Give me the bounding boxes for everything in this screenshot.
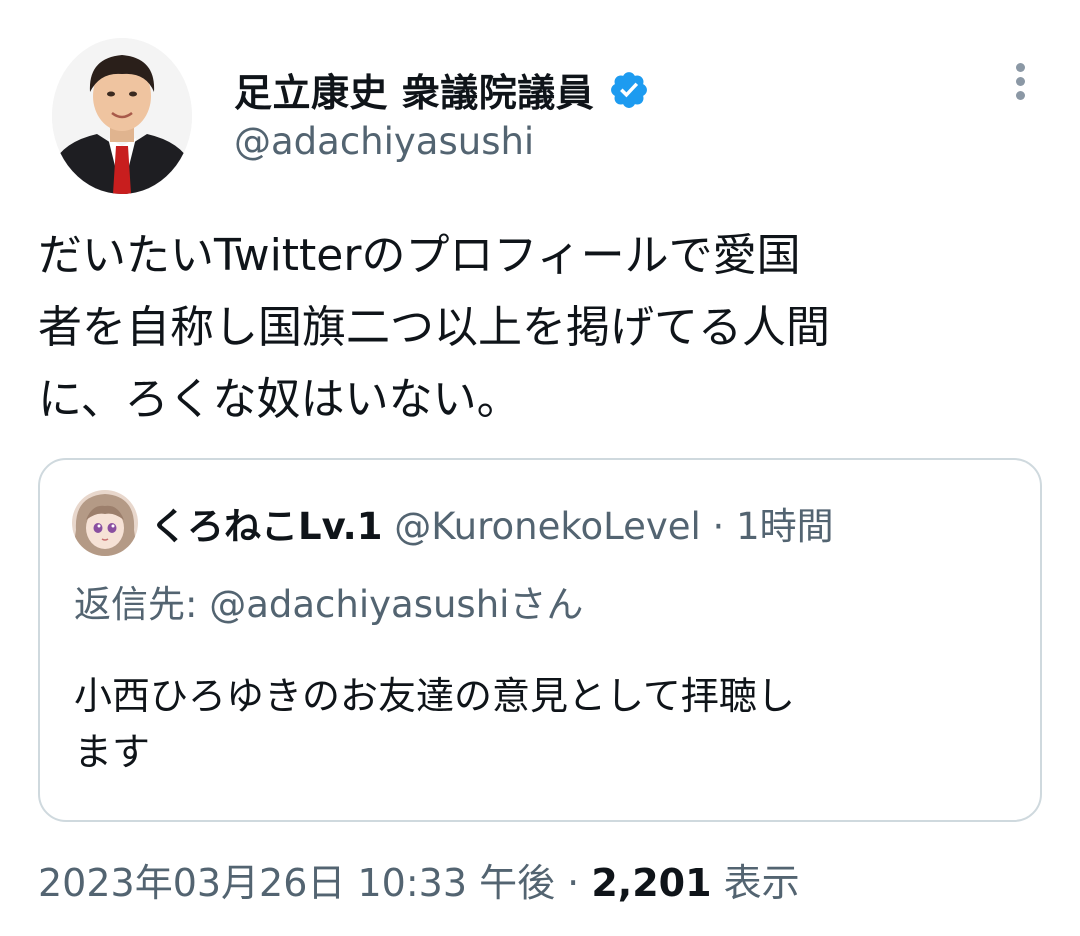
quoted-tweet-text: 小西ひろゆきのお友達の意見として拝聴し ます xyxy=(74,668,1004,780)
tweet-text-line: に、ろくな奴はいない。 xyxy=(38,374,521,425)
views-label: 表示 xyxy=(711,861,800,905)
tweet-footer: 2023年03月26日 10:33 午後 · 2,201 表示 xyxy=(38,852,800,907)
quoted-header: くろねこLv.1 @KuronekoLevel · 1時間 xyxy=(150,496,834,550)
verified-badge-icon xyxy=(611,71,648,108)
quoted-reply-to[interactable]: 返信先: @adachiyasushiさん xyxy=(74,574,583,628)
author-display-name[interactable]: 足立康史 衆議院議員 xyxy=(234,62,594,117)
quoted-separator: · xyxy=(700,505,737,548)
more-dot-icon xyxy=(1015,63,1025,72)
author-handle[interactable]: @adachiyasushi xyxy=(234,120,534,163)
quoted-text-line: 小西ひろゆきのお友達の意見として拝聴し xyxy=(74,674,795,718)
author-avatar[interactable] xyxy=(52,38,192,194)
quoted-author-avatar[interactable] xyxy=(72,490,138,556)
quoted-handle[interactable]: @KuronekoLevel xyxy=(394,505,701,548)
author-name-row[interactable]: 足立康史 衆議院議員 xyxy=(234,62,650,117)
more-dot-icon xyxy=(1015,77,1025,86)
quoted-time[interactable]: 1時間 xyxy=(736,505,834,548)
tweet-timestamp[interactable]: 2023年03月26日 10:33 午後 xyxy=(38,861,555,905)
views-count[interactable]: 2,201 xyxy=(591,861,711,905)
tweet-text-line: 者を自称し国旗二つ以上を掲げてる人間 xyxy=(38,302,830,353)
quoted-tweet-card[interactable]: くろねこLv.1 @KuronekoLevel · 1時間 返信先: @adac… xyxy=(38,458,1042,822)
author-avatar-image xyxy=(52,38,192,194)
quoted-display-name[interactable]: くろねこLv.1 xyxy=(150,505,382,548)
more-dot-icon xyxy=(1015,91,1025,100)
more-options-button[interactable] xyxy=(1000,58,1040,114)
footer-separator: · xyxy=(555,861,592,905)
quoted-text-line: ます xyxy=(74,730,151,774)
quoted-avatar-image xyxy=(72,490,138,556)
tweet-text-line: だいたいTwitterのプロフィールで愛国 xyxy=(38,230,801,281)
tweet-text: だいたいTwitterのプロフィールで愛国 者を自称し国旗二つ以上を掲げてる人間… xyxy=(38,220,1048,436)
